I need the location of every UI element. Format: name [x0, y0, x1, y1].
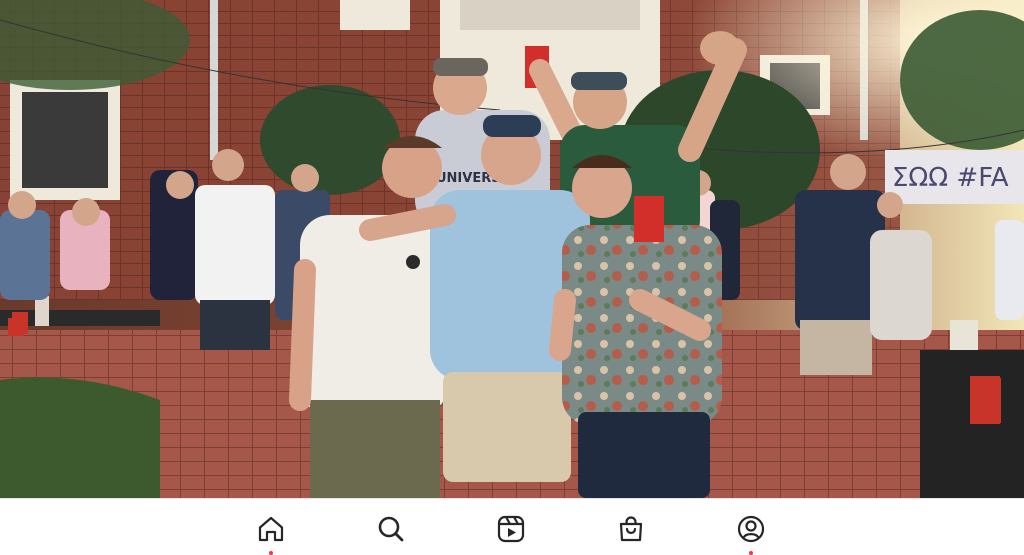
home-notification-dot	[269, 551, 273, 555]
nav-home-button[interactable]	[251, 509, 291, 555]
home-icon	[258, 516, 284, 542]
nav-profile-button[interactable]	[731, 509, 771, 555]
nav-reels-button[interactable]	[491, 509, 531, 549]
bottom-navigation-bar	[0, 498, 1024, 555]
nav-search-button[interactable]	[371, 509, 411, 549]
post-photo[interactable]: ΣΩΩ #FA UNIVERS	[0, 0, 1024, 498]
profile-notification-dot	[749, 551, 753, 555]
nav-shop-button[interactable]	[611, 509, 651, 549]
profile-icon	[737, 515, 765, 543]
reels-icon	[497, 515, 525, 543]
search-icon	[378, 516, 404, 542]
shopping-bag-icon	[619, 516, 643, 542]
banner-text: ΣΩΩ #FA	[892, 163, 1009, 193]
